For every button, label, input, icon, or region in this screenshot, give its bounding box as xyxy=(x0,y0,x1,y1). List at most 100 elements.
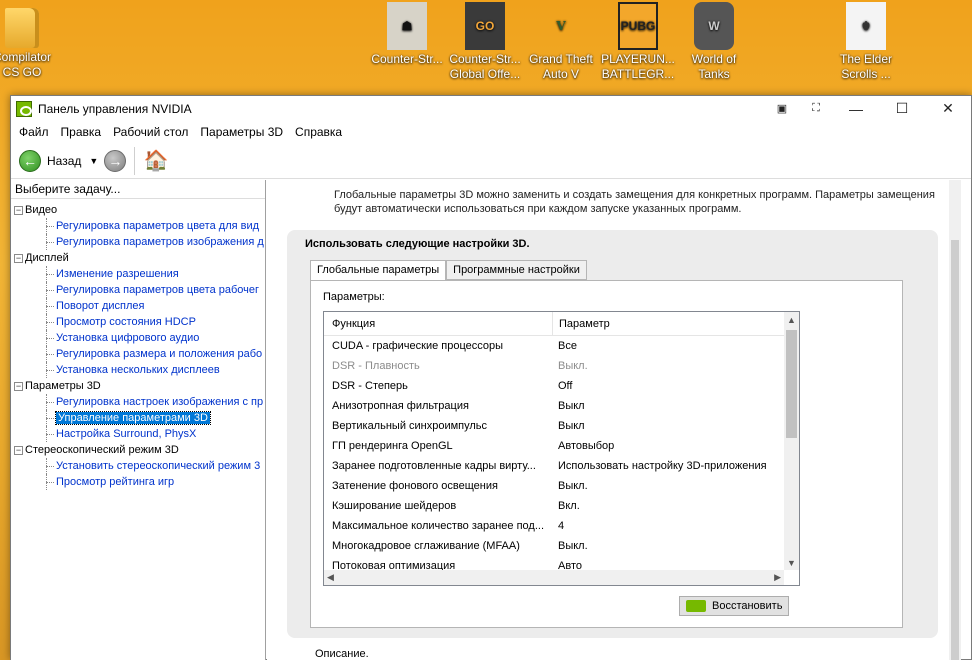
table-row[interactable]: Вертикальный синхроимпульс Выкл xyxy=(324,416,799,436)
row-value[interactable]: Выкл. xyxy=(552,540,799,552)
nvidia-app-icon xyxy=(16,100,32,117)
row-function: Анизотропная фильтрация xyxy=(332,400,469,412)
row-value[interactable]: 4 xyxy=(552,520,799,532)
table-row[interactable]: ГП рендеринга OpenGL Автовыбор xyxy=(324,436,799,456)
menu-file[interactable]: Файл xyxy=(13,123,55,141)
menu-3d-settings[interactable]: Параметры 3D xyxy=(194,123,289,141)
back-arrow-icon[interactable]: ← xyxy=(19,149,41,172)
tree-item[interactable]: Поворот дисплея xyxy=(11,298,265,314)
tree-category-label: Стереоскопический режим 3D xyxy=(25,444,179,456)
grid-horizontal-scrollbar[interactable]: ◀ ▶ xyxy=(324,570,784,585)
collapse-icon[interactable]: − xyxy=(14,446,23,455)
table-row[interactable]: Затенение фонового освещения Выкл. xyxy=(324,476,799,496)
scroll-right-icon[interactable]: ▶ xyxy=(774,572,781,583)
snap-icon[interactable]: ▣ xyxy=(765,96,799,121)
row-function: ГП рендеринга OpenGL xyxy=(332,440,453,452)
table-row[interactable]: Заранее подготовленные кадры вирту... Исп… xyxy=(324,456,799,476)
row-function: Заранее подготовленные кадры вирту... xyxy=(332,460,536,472)
row-value[interactable]: Выкл. xyxy=(552,360,799,372)
tree-item[interactable]: Просмотр рейтинга игр xyxy=(11,474,265,490)
collapse-icon[interactable]: − xyxy=(14,206,23,215)
tree-item-label: Просмотр рейтинга игр xyxy=(56,476,175,488)
screenshot-icon[interactable]: ⛶ xyxy=(799,96,833,121)
back-dropdown-icon[interactable]: ▼ xyxy=(89,156,98,166)
grid-vertical-scrollbar[interactable]: ▲ ▼ xyxy=(784,312,799,570)
tree-item[interactable]: Регулировка параметров цвета рабочег xyxy=(11,282,265,298)
tree-item-label: Установить стереоскопический режим 3 xyxy=(56,460,261,472)
table-row[interactable]: Кэширование шейдеров Вкл. xyxy=(324,496,799,516)
collapse-icon[interactable]: − xyxy=(14,254,23,263)
menu-desktop[interactable]: Рабочий стол xyxy=(107,123,194,141)
tree-category-label: Дисплей xyxy=(25,252,69,264)
tree-item-label: Установка нескольких дисплеев xyxy=(56,364,220,376)
desktop-icon-label: The Elder Scrolls ... xyxy=(839,52,893,81)
row-value[interactable]: Выкл. xyxy=(552,480,799,492)
tree-item[interactable]: Установить стереоскопический режим 3 xyxy=(11,458,265,474)
collapse-icon[interactable]: − xyxy=(14,382,23,391)
table-row[interactable]: Максимальное количество заранее под... 4 xyxy=(324,516,799,536)
desktop-icon-gta[interactable]: V Grand Theft Auto V xyxy=(521,2,601,82)
tree-item[interactable]: Регулировка параметров изображения д xyxy=(11,234,265,250)
menu-help[interactable]: Справка xyxy=(289,123,348,141)
tree-category-display[interactable]: − Дисплей xyxy=(11,250,265,266)
tree-item[interactable]: Изменение разрешения xyxy=(11,266,265,282)
scroll-thumb[interactable] xyxy=(786,330,797,438)
table-row[interactable]: CUDA - графические процессоры Все xyxy=(324,336,799,356)
content-vertical-scrollbar[interactable] xyxy=(949,180,961,660)
desktop-icon-elder-scrolls[interactable]: ☬ The Elder Scrolls ... xyxy=(826,2,906,82)
tab-global-settings[interactable]: Глобальные параметры xyxy=(310,260,447,281)
csgo-icon: GO xyxy=(465,2,505,50)
desktop-icon-compilator[interactable]: Compilator CS GO xyxy=(0,4,62,80)
forward-arrow-icon[interactable]: → xyxy=(104,149,127,172)
desktop-icon-csgo[interactable]: GO Counter-Str... Global Offe... xyxy=(445,2,525,82)
tree-item[interactable]: Регулировка размера и положения рабо xyxy=(11,346,265,362)
tree-item[interactable]: Просмотр состояния HDCP xyxy=(11,314,265,330)
tree-category-3d-settings[interactable]: − Параметры 3D xyxy=(11,378,265,394)
scroll-down-icon[interactable]: ▼ xyxy=(784,555,799,570)
settings-panel: Использовать следующие настройки 3D. Гло… xyxy=(287,230,938,638)
desktop-icon-wot[interactable]: W World of Tanks xyxy=(674,2,754,82)
row-value[interactable]: Off xyxy=(552,380,799,392)
row-value[interactable]: Автовыбор xyxy=(552,440,799,452)
tree-item-selected[interactable]: Управление параметрами 3D xyxy=(11,410,265,426)
page-description: Глобальные параметры 3D можно заменить и… xyxy=(334,189,935,215)
table-row[interactable]: DSR - Плавность Выкл. xyxy=(324,356,799,376)
row-value[interactable]: Выкл xyxy=(552,400,799,412)
tree-category-stereoscopic[interactable]: − Стереоскопический режим 3D xyxy=(11,442,265,458)
tree-item[interactable]: Установка нескольких дисплеев xyxy=(11,362,265,378)
home-icon[interactable]: 🏠 xyxy=(143,148,169,174)
table-row[interactable]: Многокадровое сглаживание (MFAA) Выкл. xyxy=(324,536,799,556)
scroll-left-icon[interactable]: ◀ xyxy=(327,572,334,583)
tree-item[interactable]: Настройка Surround, PhysX xyxy=(11,426,265,442)
desktop-icon-pubg[interactable]: PUBG PLAYERUN... BATTLEGR... xyxy=(598,2,678,82)
title-bar[interactable]: Панель управления NVIDIA ▣ ⛶ — ☐ ✕ xyxy=(11,96,971,121)
tree-item[interactable]: Регулировка параметров цвета для вид xyxy=(11,218,265,234)
tree-item-label: Настройка Surround, PhysX xyxy=(56,428,197,440)
tree-category-label: Видео xyxy=(25,204,58,216)
panel-title: Использовать следующие настройки 3D. xyxy=(305,238,530,250)
scroll-thumb[interactable] xyxy=(951,240,959,660)
tree-item[interactable]: Установка цифрового аудио xyxy=(11,330,265,346)
tree-item[interactable]: Регулировка настроек изображения с пр xyxy=(11,394,265,410)
row-value[interactable]: Выкл xyxy=(552,420,799,432)
close-button[interactable]: ✕ xyxy=(925,96,971,121)
world-of-tanks-icon: W xyxy=(694,2,734,50)
scroll-up-icon[interactable]: ▲ xyxy=(784,312,799,327)
minimize-button[interactable]: — xyxy=(833,96,879,121)
column-header-value[interactable]: Параметр xyxy=(552,312,799,336)
row-value[interactable]: Все xyxy=(552,340,799,352)
table-row[interactable]: Анизотропная фильтрация Выкл xyxy=(324,396,799,416)
tab-program-settings[interactable]: Программные настройки xyxy=(446,260,587,280)
back-button-label[interactable]: Назад xyxy=(47,154,81,168)
column-header-function[interactable]: Функция xyxy=(324,318,552,330)
row-value[interactable]: Вкл. xyxy=(552,500,799,512)
row-value[interactable]: Использовать настройку 3D-приложения xyxy=(552,460,799,472)
restore-button[interactable]: Восстановить xyxy=(679,596,789,616)
tree-item-label: Изменение разрешения xyxy=(56,268,179,280)
maximize-button[interactable]: ☐ xyxy=(879,96,925,121)
tree-category-video[interactable]: − Видео xyxy=(11,202,265,218)
menu-edit[interactable]: Правка xyxy=(55,123,108,141)
table-row[interactable]: DSR - Степерь Off xyxy=(324,376,799,396)
desktop-icon-counter-strike[interactable]: ☗ Counter-Str... xyxy=(367,2,447,67)
params-label: Параметры: xyxy=(323,291,385,303)
